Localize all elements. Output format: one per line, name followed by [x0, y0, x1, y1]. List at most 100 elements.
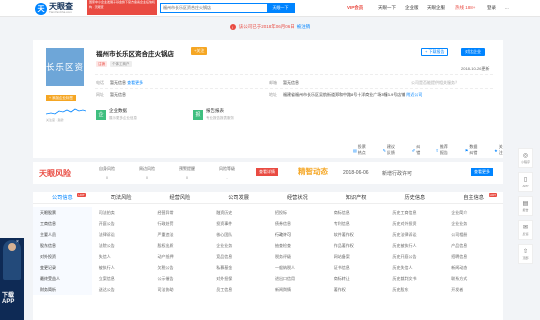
list-item[interactable]: 商标转让	[327, 273, 386, 284]
list-item[interactable]: 核心团队	[209, 229, 268, 240]
nav-search[interactable]: 天眼一下	[378, 5, 396, 11]
list-item[interactable]: 新闻动态	[444, 262, 503, 273]
list-item[interactable]: 税务评级	[268, 251, 327, 262]
compare-button[interactable]: 对比企业	[461, 48, 485, 56]
dynamic-news[interactable]: 新增行政许可	[382, 170, 412, 177]
nearby-link[interactable]: 附近公司	[406, 92, 422, 97]
sidebar-item-feedback[interactable]: ✉ 反馈	[518, 220, 533, 240]
list-item[interactable]: 对外投资	[33, 251, 92, 262]
list-item[interactable]: 财务简析	[33, 284, 92, 295]
list-item[interactable]: 商标信息	[327, 207, 386, 218]
list-item[interactable]: 动产抵押	[151, 251, 210, 262]
list-item[interactable]: 员工信息	[209, 284, 268, 295]
recommend-action[interactable]: ⇪ 推荐报告	[435, 144, 449, 156]
list-item[interactable]: 严重违法	[151, 229, 210, 240]
list-item[interactable]: 历史工商信息	[386, 207, 445, 218]
sidebar-item-app[interactable]: ▯ APP	[518, 172, 533, 192]
list-item[interactable]: 公司相册	[444, 229, 503, 240]
data-correction-action[interactable]: ⚑ 数据纠错	[465, 144, 479, 156]
list-item[interactable]: 历史裁判文书	[386, 273, 445, 284]
feature-card-2[interactable]: 报 报告报表 专业报告报表服务	[193, 108, 234, 121]
list-item[interactable]: 招聘信息	[444, 251, 503, 262]
tab-business-risk[interactable]: 经营风险	[151, 192, 210, 203]
tab-legal-risk[interactable]: 司法风险	[92, 192, 151, 203]
list-item[interactable]: 联系方式	[444, 273, 503, 284]
feature-card-1[interactable]: 企 企业数据 展示更多企业信息	[96, 108, 137, 121]
list-item[interactable]: 企业简介	[444, 207, 503, 218]
more-button[interactable]: 查看更多	[471, 168, 493, 176]
list-item[interactable]: 最终受益人	[33, 273, 92, 284]
close-icon[interactable]: ×	[16, 239, 19, 245]
header-ad-banner[interactable]: 国家中小企业发展子基金旗下官方备案企业征信机构 · 天眼查	[87, 0, 157, 15]
list-item[interactable]: 新闻舆情	[268, 284, 327, 295]
list-item[interactable]: 私募基金	[209, 262, 268, 273]
search-input[interactable]	[161, 4, 267, 12]
list-item[interactable]: 司法协助	[151, 284, 210, 295]
list-item[interactable]: 历史失信人	[386, 262, 445, 273]
list-item[interactable]: 作品著作权	[327, 240, 386, 251]
list-item[interactable]: 历史开庭公告	[386, 251, 445, 262]
list-item[interactable]: 招投标	[268, 207, 327, 218]
list-item[interactable]: 历史股东	[386, 284, 445, 295]
follow-button[interactable]: +关注	[191, 47, 208, 55]
tab-operation[interactable]: 经营状况	[268, 192, 327, 203]
list-item[interactable]: 著作权	[327, 284, 386, 295]
list-item[interactable]: 对外担保	[209, 273, 268, 284]
risk-alert[interactable]: 预警提醒 0	[171, 166, 203, 180]
list-item[interactable]: 司法拍卖	[92, 207, 151, 218]
list-item[interactable]: 被执行人	[92, 262, 151, 273]
app-download-ad[interactable]: × 下载 APP	[0, 238, 24, 320]
list-item[interactable]: 行政处罚	[151, 218, 210, 229]
list-item[interactable]: 进出口信用	[268, 273, 327, 284]
list-item[interactable]: 一般纳税人	[268, 262, 327, 273]
tab-development[interactable]: 公司发展	[209, 192, 268, 203]
sidebar-item-report[interactable]: ▤ 报告	[518, 196, 533, 216]
list-item[interactable]: 开发者	[444, 284, 503, 295]
tab-ip[interactable]: 知识产权	[327, 192, 386, 203]
notice-link[interactable]: 被注销	[297, 24, 311, 30]
list-item[interactable]: 融资历史	[209, 207, 268, 218]
risk-detail-button[interactable]: 查看详情	[256, 168, 278, 176]
risk-self[interactable]: 自身风险 0	[91, 166, 123, 180]
list-item[interactable]: 法院公告	[92, 240, 151, 251]
nav-vip[interactable]: VIP会员	[347, 5, 363, 11]
tab-self-info[interactable]: 自主信息 HOT	[444, 192, 503, 203]
feedback-action[interactable]: ✎ 建议反馈	[383, 144, 397, 156]
list-item[interactable]: 工商信息	[33, 218, 92, 229]
list-item[interactable]: 产品信息	[444, 240, 503, 251]
site-logo[interactable]: 天 天眼查 TianYanCha.com	[35, 1, 73, 16]
list-item[interactable]: 企业业务	[209, 240, 268, 251]
list-item[interactable]: 主要人员	[33, 229, 92, 240]
list-item[interactable]: 天眼股票	[33, 207, 92, 218]
nav-services[interactable]: 天眼企服	[427, 5, 445, 11]
phone-more-link[interactable]: 查看更多	[127, 80, 143, 85]
list-item[interactable]: 开庭公告	[92, 218, 151, 229]
list-item[interactable]: 送达公告	[92, 284, 151, 295]
list-item[interactable]: 历史对外投资	[386, 218, 445, 229]
list-item[interactable]: 行政许可	[268, 229, 327, 240]
list-item[interactable]: 网站备案	[327, 251, 386, 262]
list-item[interactable]: 股东信息	[33, 240, 92, 251]
list-item[interactable]: 专利信息	[327, 218, 386, 229]
list-item[interactable]: 历史被执行人	[386, 240, 445, 251]
nav-login[interactable]: 登录	[487, 5, 496, 11]
list-item[interactable]: 软件著作权	[327, 229, 386, 240]
list-item[interactable]: 欠税公告	[151, 262, 210, 273]
list-item[interactable]: 投资事件	[209, 218, 268, 229]
list-item[interactable]: 法律诉讼	[92, 229, 151, 240]
search-button[interactable]: 天眼一下	[267, 4, 294, 12]
list-item[interactable]: 竞品信息	[209, 251, 268, 262]
risk-level[interactable]: 风险等级 -	[211, 166, 243, 180]
add-tag-button[interactable]: + 添加企业标签	[46, 95, 77, 101]
hotspot-action[interactable]: ▤ 投票热点	[353, 144, 368, 156]
list-item[interactable]: 证书信息	[327, 262, 386, 273]
list-item[interactable]: 企业业务	[444, 218, 503, 229]
list-item[interactable]: 历史法律诉讼	[386, 229, 445, 240]
star-action[interactable]: ★ 关注	[494, 144, 503, 156]
list-item[interactable]: 债券信息	[268, 218, 327, 229]
list-item[interactable]: 抽查检查	[268, 240, 327, 251]
list-item[interactable]: 经营异常	[151, 207, 210, 218]
nav-enterprise[interactable]: 企业版	[405, 5, 419, 11]
tab-history[interactable]: 历史信息	[386, 192, 445, 203]
risk-surrounding[interactable]: 周边风险 0	[131, 166, 163, 180]
